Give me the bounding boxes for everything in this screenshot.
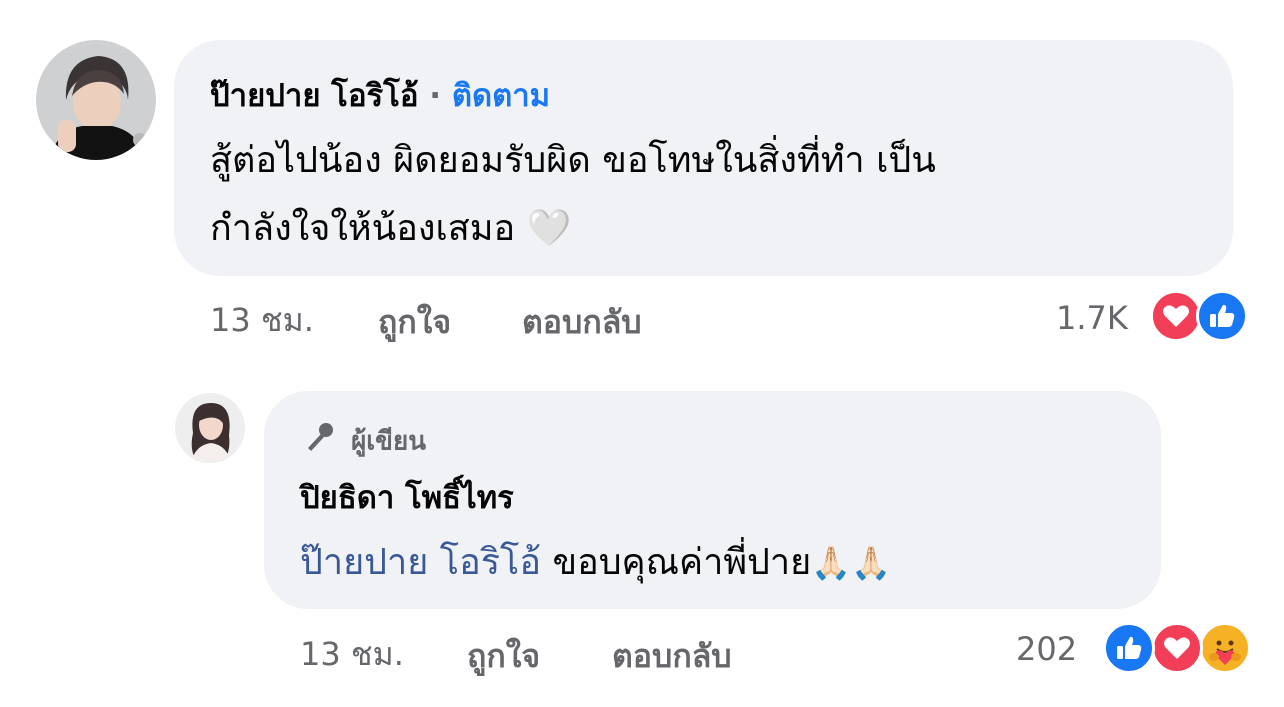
reply-like-button[interactable]: ถูกใจ (467, 634, 540, 678)
mention-link[interactable]: ป๊ายปาย โอริโอ้ (300, 542, 541, 583)
comment-author-line: ป๊ายปาย โอริโอ้ · ติดตาม (210, 74, 550, 118)
like-icon (1196, 290, 1248, 342)
comment-text-2: กำลังใจให้น้องเสมอ (210, 208, 516, 249)
author-badge: ผู้เขียน (302, 420, 426, 464)
follow-button[interactable]: ติดตาม (452, 78, 550, 114)
comment-reply-button[interactable]: ตอบกลับ (522, 300, 642, 344)
reply-reply-button[interactable]: ตอบกลับ (612, 634, 732, 678)
reply-text-line: ป๊ายปาย โอริโอ้ ขอบคุณค่าพี่ปาย🙏🏻🙏🏻 (300, 536, 891, 590)
microphone-icon (302, 420, 336, 464)
comment-author-name[interactable]: ป๊ายปาย โอริโอ้ (210, 78, 418, 114)
love-icon (1150, 290, 1202, 342)
author-badge-label: ผู้เขียน (351, 426, 426, 457)
love-icon (1151, 622, 1203, 674)
care-icon (1199, 622, 1251, 674)
comment-reaction-count[interactable]: 1.7K (1056, 296, 1128, 340)
commenter-avatar[interactable] (36, 40, 156, 160)
separator-dot: · (429, 78, 442, 114)
comment-text-line-1: สู้ต่อไปน้อง ผิดยอมรับผิด ขอโทษในสิ่งที่… (210, 140, 936, 181)
reply-author-avatar[interactable] (175, 393, 245, 463)
folded-hands-emoji: 🙏🏻🙏🏻 (811, 544, 891, 582)
comment-text-line-2: กำลังใจให้น้องเสมอ 🤍 (210, 202, 571, 256)
white-heart-emoji: 🤍 (526, 208, 572, 249)
reply-reaction-count[interactable]: 202 (1016, 627, 1077, 671)
comment-like-button[interactable]: ถูกใจ (378, 300, 451, 344)
reply-time[interactable]: 13 ชม. (300, 632, 404, 676)
like-icon (1103, 622, 1155, 674)
comment-time[interactable]: 13 ชม. (210, 298, 314, 342)
reply-author-name[interactable]: ปิยธิดา โพธิ์ไทร (300, 476, 514, 520)
reply-text: ขอบคุณค่าพี่ปาย (552, 542, 812, 583)
